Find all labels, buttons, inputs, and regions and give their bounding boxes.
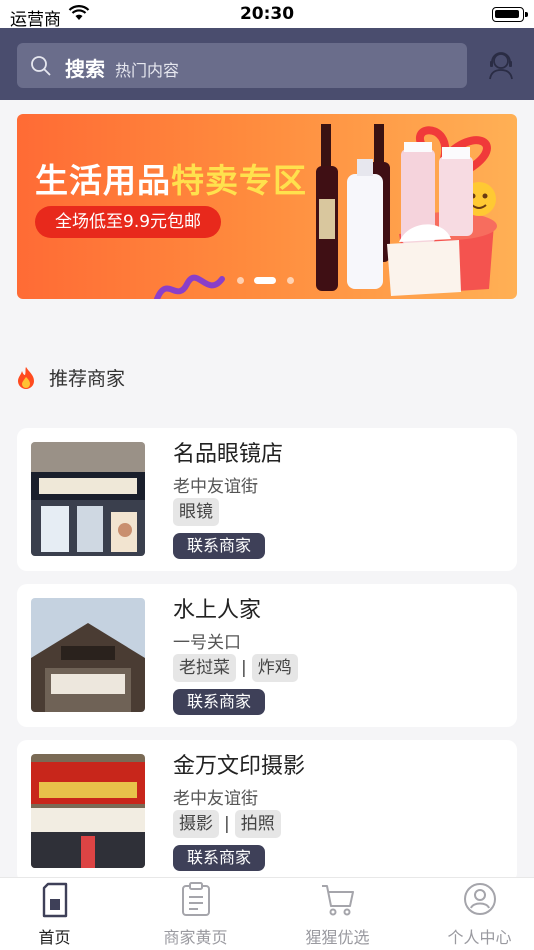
tag-separator: | [224,814,230,834]
banner-squiggle-decoration [154,274,225,299]
merchant-card[interactable]: 名品眼镜店 老中友谊街 眼镜 联系商家 [17,428,517,571]
contact-merchant-button[interactable]: 联系商家 [173,689,266,715]
tag-separator: | [241,658,247,678]
status-bar: 运营商 20:30 [0,0,534,30]
search-icon [31,56,51,76]
merchant-name: 水上人家 [173,598,262,623]
search-label: 搜索 [65,57,105,81]
merchant-tag: 拍照 [234,810,281,838]
user-icon [463,883,496,915]
contact-merchant-button[interactable]: 联系商家 [173,533,266,559]
header: 搜索 热门内容 [0,28,534,100]
clipboard-icon [181,882,210,916]
banner-dot-active[interactable] [254,277,276,284]
merchant-card[interactable]: 金万文印摄影 老中友谊街 摄影 | 拍照 联系商家 [17,740,517,883]
tab-profile[interactable]: 个人中心 [413,878,534,950]
tab-featured[interactable]: 猩猩优选 [271,878,404,950]
banner-dot[interactable] [237,277,244,284]
cart-icon [321,885,354,916]
merchant-tags: 老挝菜 | 炸鸡 [173,654,298,682]
promo-banner[interactable]: 生活用品特卖专区 全场低至9.9元包邮 [17,114,517,299]
tab-home[interactable]: 首页 [0,878,121,950]
banner-dot[interactable] [287,277,294,284]
merchant-thumbnail [31,598,145,712]
tab-label: 商家黄页 [163,928,228,947]
merchant-address: 老中友谊街 [173,477,258,497]
merchant-tag: 摄影 [173,810,219,838]
merchant-address: 一号关口 [173,633,241,653]
merchant-address: 老中友谊街 [173,789,258,809]
banner-title: 生活用品特卖专区 [35,154,307,202]
merchant-thumbnail [31,754,145,868]
fire-icon [18,367,34,389]
banner-product-illustration [316,124,497,296]
search-bar[interactable]: 搜索 热门内容 [17,43,467,88]
tab-label: 首页 [38,928,71,947]
tab-label: 个人中心 [447,928,512,947]
merchant-tag: 老挝菜 [173,654,236,682]
merchant-tag: 眼镜 [173,498,219,526]
home-sim-icon [42,882,67,918]
banner-pill: 全场低至9.9元包邮 [35,206,222,238]
merchant-tags: 摄影 | 拍照 [173,810,281,838]
merchant-tag: 炸鸡 [251,654,298,682]
merchant-name: 金万文印摄影 [173,754,306,779]
banner-title-part1: 生活用品 [35,161,171,200]
bottom-tab-bar: 首页 商家黄页 猩猩优选 个人中心 [0,877,534,950]
tab-label: 猩猩优选 [305,928,370,947]
merchant-name: 名品眼镜店 [173,442,284,467]
battery-icon [492,7,528,22]
search-hint: 热门内容 [115,61,180,80]
merchant-card[interactable]: 水上人家 一号关口 老挝菜 | 炸鸡 联系商家 [17,584,517,727]
merchant-thumbnail [31,442,145,556]
tab-merchant-directory[interactable]: 商家黄页 [129,878,262,950]
merchant-tags: 眼镜 [173,498,219,526]
clock: 20:30 [239,4,295,24]
contact-merchant-button[interactable]: 联系商家 [173,845,266,871]
customer-service-icon[interactable] [486,50,516,80]
section-title: 推荐商家 [49,368,126,390]
